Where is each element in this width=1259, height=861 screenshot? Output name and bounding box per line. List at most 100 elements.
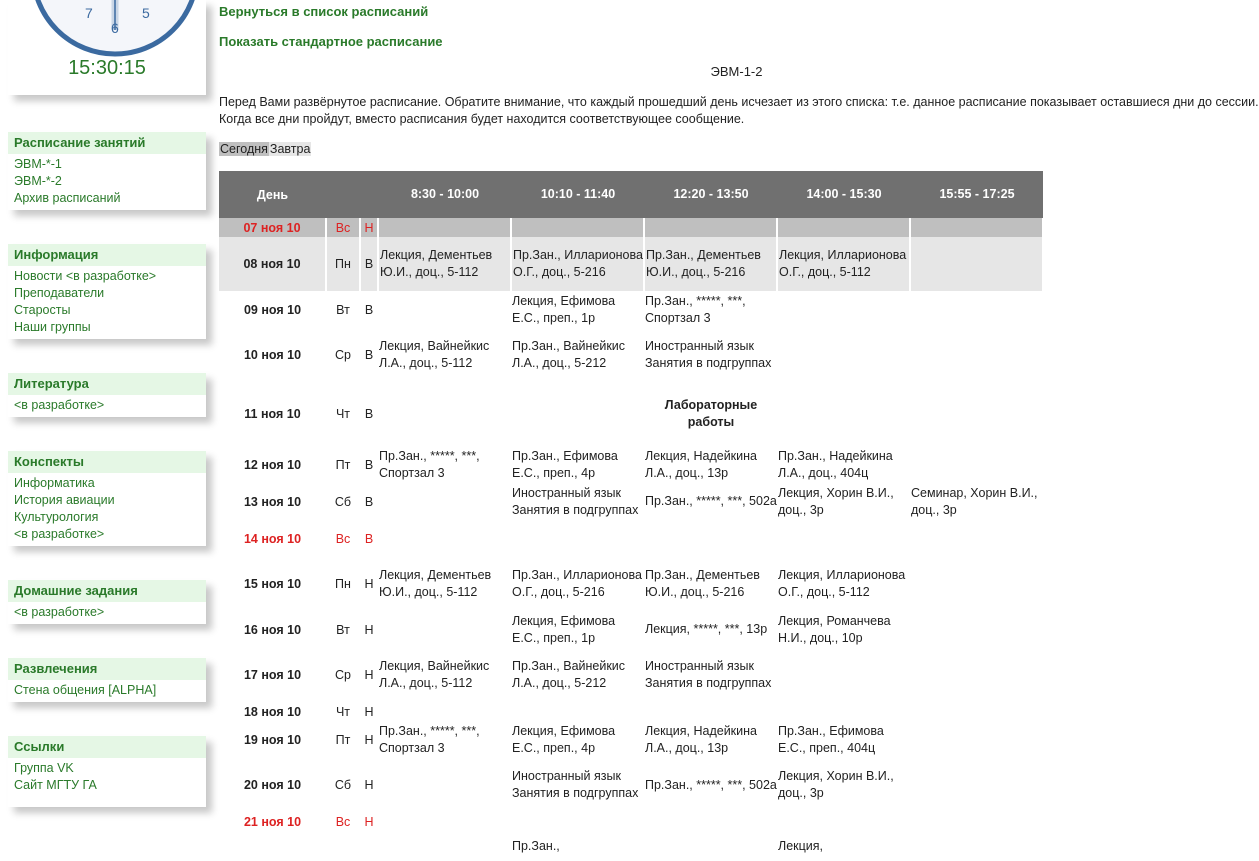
slot-cell: Лекция, Надейкина Л.А., доц., 13р — [645, 448, 757, 480]
sidebar-link-culturology[interactable]: Культурология — [14, 509, 200, 526]
sidebar-link-teachers[interactable]: Преподаватели — [14, 285, 200, 302]
sidebar-link-groups[interactable]: Наши группы — [14, 319, 200, 336]
schedule-row: 13 ноя 10 Сб В Иностранный язык Занятия в п… — [219, 483, 1043, 520]
sidebar-link-heads[interactable]: Старосты — [14, 302, 200, 319]
slot-cell — [378, 483, 511, 520]
schedule-row: 07 ноя 10 Вс Н — [219, 218, 1044, 237]
slot-cell: Лекция, Вайнейкис Л.А., доц., 5-112 — [379, 339, 490, 370]
slot-cell: Пр.Зан., *****, ***, Спортзал 3 — [379, 448, 480, 480]
slot-cell: Пр.Зан., Надейкина Л.А., доц., 404ц — [778, 448, 893, 480]
slot-cell: Лекция, Ефимова Е.С., преп., 1р — [512, 293, 616, 325]
sidebar-link-university-site[interactable]: Сайт МГТУ ГА — [14, 777, 200, 794]
sidebar-link-informatics[interactable]: Информатика — [14, 475, 200, 492]
sidebar-link-evm1[interactable]: ЭВМ-*-1 — [14, 156, 200, 173]
slot-cell — [910, 328, 1043, 382]
header-dow — [326, 171, 360, 218]
show-standard-schedule-link[interactable]: Показать стандартное расписание — [219, 34, 443, 49]
clock-time: 15:30:15 — [68, 57, 146, 79]
sidebar-link-aviation-history[interactable]: История авиации — [14, 492, 200, 509]
schedule-note: Перед Вами развёрнутое расписание. Обрат… — [219, 95, 1259, 126]
clock-digit: 6 — [111, 20, 119, 36]
row-week-type — [360, 831, 378, 861]
slot-cell — [644, 218, 778, 237]
row-date: 10 ноя 10 — [243, 348, 302, 362]
sidebar-link-wall[interactable]: Стена общения [ALPHA] — [14, 682, 200, 699]
panel-homework: Домашние задания <в разработке> — [8, 580, 206, 624]
slot-cell — [378, 218, 512, 237]
slot-cell — [910, 291, 1043, 328]
row-weekday: Ср — [335, 668, 351, 682]
slot-cell — [378, 702, 511, 721]
row-weekday: Ср — [335, 348, 351, 362]
slot-cell: Пр.Зан., Вайнейкис Л.А., доц., 5-212 — [512, 659, 626, 690]
row-weekday: Пн — [335, 577, 351, 591]
row-week-type: В — [364, 348, 374, 362]
slot-cell — [777, 218, 911, 237]
row-weekday: Чт — [335, 407, 351, 421]
slot-cell — [910, 218, 1044, 237]
slot-cell — [777, 702, 910, 721]
slot-cell: Пр.Зан., Вайнейкис Л.А., доц., 5-212 — [512, 339, 626, 370]
slot-cell — [910, 611, 1043, 648]
schedule-row: 21 ноя 10 Вс Н — [219, 812, 1043, 831]
slot-cell: Семинар, Хорин В.И., доц., 3р — [911, 485, 1038, 517]
slot-cell: Иностранный язык Занятия в подгруппах — [512, 485, 639, 517]
schedule-row: 15 ноя 10 Пн Н Лекция, Дементьев Ю.И., доц.… — [219, 557, 1043, 611]
slot-cell — [378, 611, 511, 648]
slot-cell — [511, 218, 645, 237]
slot-cell — [511, 382, 644, 446]
slot-cell — [910, 721, 1043, 758]
slot-cell — [777, 328, 910, 382]
slot-cell: Лекция, Надейкина Л.А., доц., 13р — [645, 723, 757, 755]
row-weekday: Пт — [335, 732, 351, 747]
row-date: 09 ноя 10 — [243, 302, 302, 317]
schedule-row: 18 ноя 10 Чт Н — [219, 702, 1043, 721]
row-date: 17 ноя 10 — [243, 668, 302, 682]
sidebar-link-archive[interactable]: Архив расписаний — [14, 190, 200, 207]
slot-cell — [910, 382, 1043, 446]
back-to-list-link[interactable]: Вернуться в список расписаний — [219, 4, 428, 19]
panel-title: Домашние задания — [8, 580, 206, 602]
row-week-type: В — [364, 457, 374, 472]
panel-title: Расписание занятий — [8, 132, 206, 154]
slot-cell — [378, 758, 511, 812]
slot-cell: Иностранный язык Занятия в подгруппах — [645, 659, 772, 690]
slot-cell — [378, 831, 511, 861]
slot-cell — [910, 446, 1043, 483]
panel-title: Конспекты — [8, 451, 206, 473]
schedule-row: 20 ноя 10 Сб Н Иностранный язык Занятия в п… — [219, 758, 1043, 812]
slot-cell: Иностранный язык Занятия в подгруппах — [645, 339, 772, 370]
row-weekday: Сб — [334, 778, 352, 792]
clock-widget: 7 6 5 15:30:15 — [8, 0, 206, 95]
sidebar-link-notes-wip[interactable]: <в разработке> — [14, 526, 200, 543]
row-week-type: В — [364, 302, 374, 317]
slot-cell: Лекция, Ефимова Е.С., преп., 1р — [512, 613, 616, 645]
group-title: ЭВМ-1-2 — [710, 64, 763, 79]
sidebar-link-vk[interactable]: Группа VK — [14, 760, 200, 777]
slot-cell: Лекция, Хорин В.И., доц., 3р — [778, 485, 894, 517]
slot-cell — [910, 237, 1044, 291]
slot-cell — [910, 831, 1043, 861]
schedule-row: 14 ноя 10 Вс В — [219, 520, 1043, 557]
slot-cell: Лекция, Вайнейкис Л.А., доц., 5-112 — [379, 659, 490, 690]
sidebar-link-literature-wip[interactable]: <в разработке> — [14, 397, 200, 414]
panel-title: Развлечения — [8, 658, 206, 680]
row-date: 14 ноя 10 — [243, 531, 302, 546]
slot-cell — [910, 702, 1043, 721]
row-weekday: Вт — [336, 622, 350, 637]
header-slot-5: 15:55 - 17:25 — [910, 171, 1043, 218]
slot-cell — [910, 812, 1043, 831]
schedule-table: День 8:30 - 10:00 10:10 - 11:40 12:20 - … — [219, 171, 1044, 861]
slot-cell — [644, 702, 777, 721]
tab-today[interactable]: Сегодня — [219, 142, 269, 156]
slot-cell — [777, 648, 910, 702]
slot-cell: Лекция, Илларионова О.Г., доц., 5-112 — [778, 568, 906, 599]
sidebar-link-homework-wip[interactable]: <в разработке> — [14, 604, 200, 621]
slot-cell: Пр.Зан., *****, ***, Спортзал 3 — [379, 723, 480, 755]
tab-tomorrow[interactable]: Завтра — [268, 142, 312, 156]
schedule-row: 08 ноя 10 Пн В Лекция, Дементьев Ю.И., доц.… — [219, 237, 1044, 291]
sidebar-link-news[interactable]: Новости <в разработке> — [14, 268, 200, 285]
sidebar-link-evm2[interactable]: ЭВМ-*-2 — [14, 173, 200, 190]
slot-cell — [511, 702, 644, 721]
row-weekday: Вс — [335, 814, 351, 829]
